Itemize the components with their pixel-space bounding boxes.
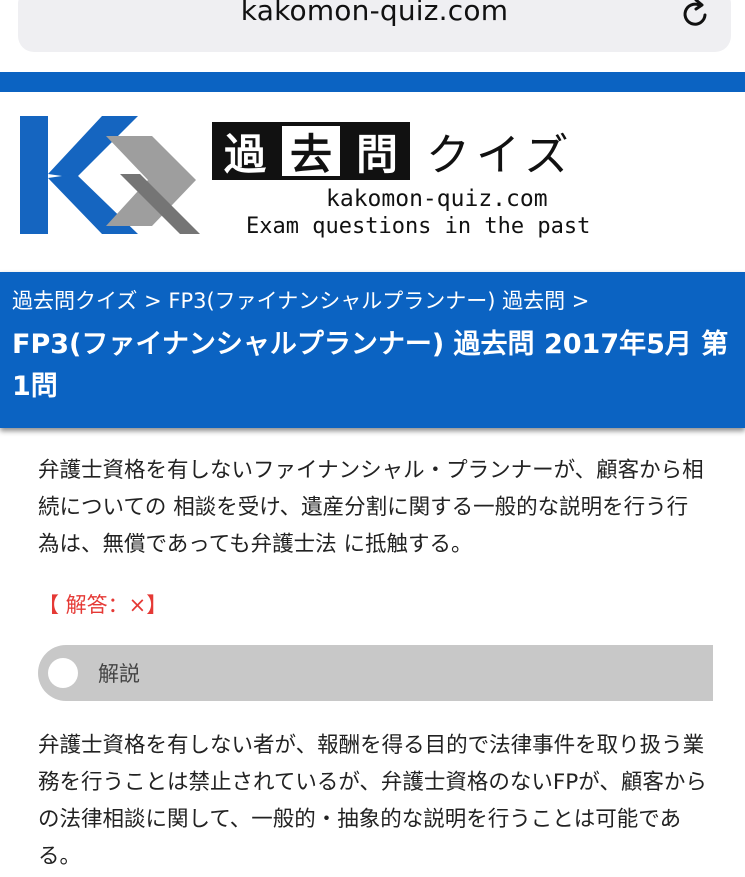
breadcrumb-separator: > xyxy=(144,289,162,313)
breadcrumb: 過去問クイズ > FP3(ファイナンシャルプランナー) 過去問 > xyxy=(12,286,733,316)
breadcrumb-home-link[interactable]: 過去問クイズ xyxy=(12,289,137,313)
logo-kana: クイズ xyxy=(426,130,575,181)
url-text[interactable]: kakomon-quiz.com xyxy=(18,0,731,27)
page-title: FP3(ファイナンシャルプランナー) 過去問 2017年5月 第1問 xyxy=(12,329,729,402)
logo-domain: kakomon-quiz.com xyxy=(326,186,548,212)
breadcrumb-category-link[interactable]: FP3(ファイナンシャルプランナー) 過去問 xyxy=(168,289,565,313)
logo-kanji-2: 去 xyxy=(278,122,344,180)
question-text: 弁護士資格を有しないファイナンシャル・プランナーが、顧客から相続についての 相談… xyxy=(38,458,704,557)
logo-kanji-3: 問 xyxy=(344,122,410,180)
answer-label: 【 解答：×】 xyxy=(38,593,168,617)
breadcrumb-separator: > xyxy=(571,289,590,313)
reload-icon[interactable] xyxy=(679,0,713,30)
explanation-toggle-label: 解説 xyxy=(98,662,140,686)
browser-toolbar: kakomon-quiz.com xyxy=(0,0,745,72)
logo-tagline: Exam questions in the past xyxy=(246,214,591,239)
kq-logo-icon xyxy=(20,116,200,234)
explanation-toggle[interactable]: 解説 xyxy=(38,645,713,701)
address-bar[interactable]: kakomon-quiz.com xyxy=(18,0,731,52)
site-logo[interactable]: 過 去 問 クイズ kakomon-quiz.com Exam question… xyxy=(0,92,745,272)
explanation-text: 弁護士資格を有しない者が、報酬を得る目的で法律事件を取り扱う業務を行うことは禁止… xyxy=(38,733,707,869)
toggle-circle-icon xyxy=(48,658,78,688)
logo-kanji-1: 過 xyxy=(212,122,278,180)
main-content: 弁護士資格を有しないファイナンシャル・プランナーが、顧客から相続についての 相談… xyxy=(0,428,745,875)
header-bar xyxy=(0,72,745,92)
title-block: 過去問クイズ > FP3(ファイナンシャルプランナー) 過去問 > FP3(ファ… xyxy=(0,272,745,428)
